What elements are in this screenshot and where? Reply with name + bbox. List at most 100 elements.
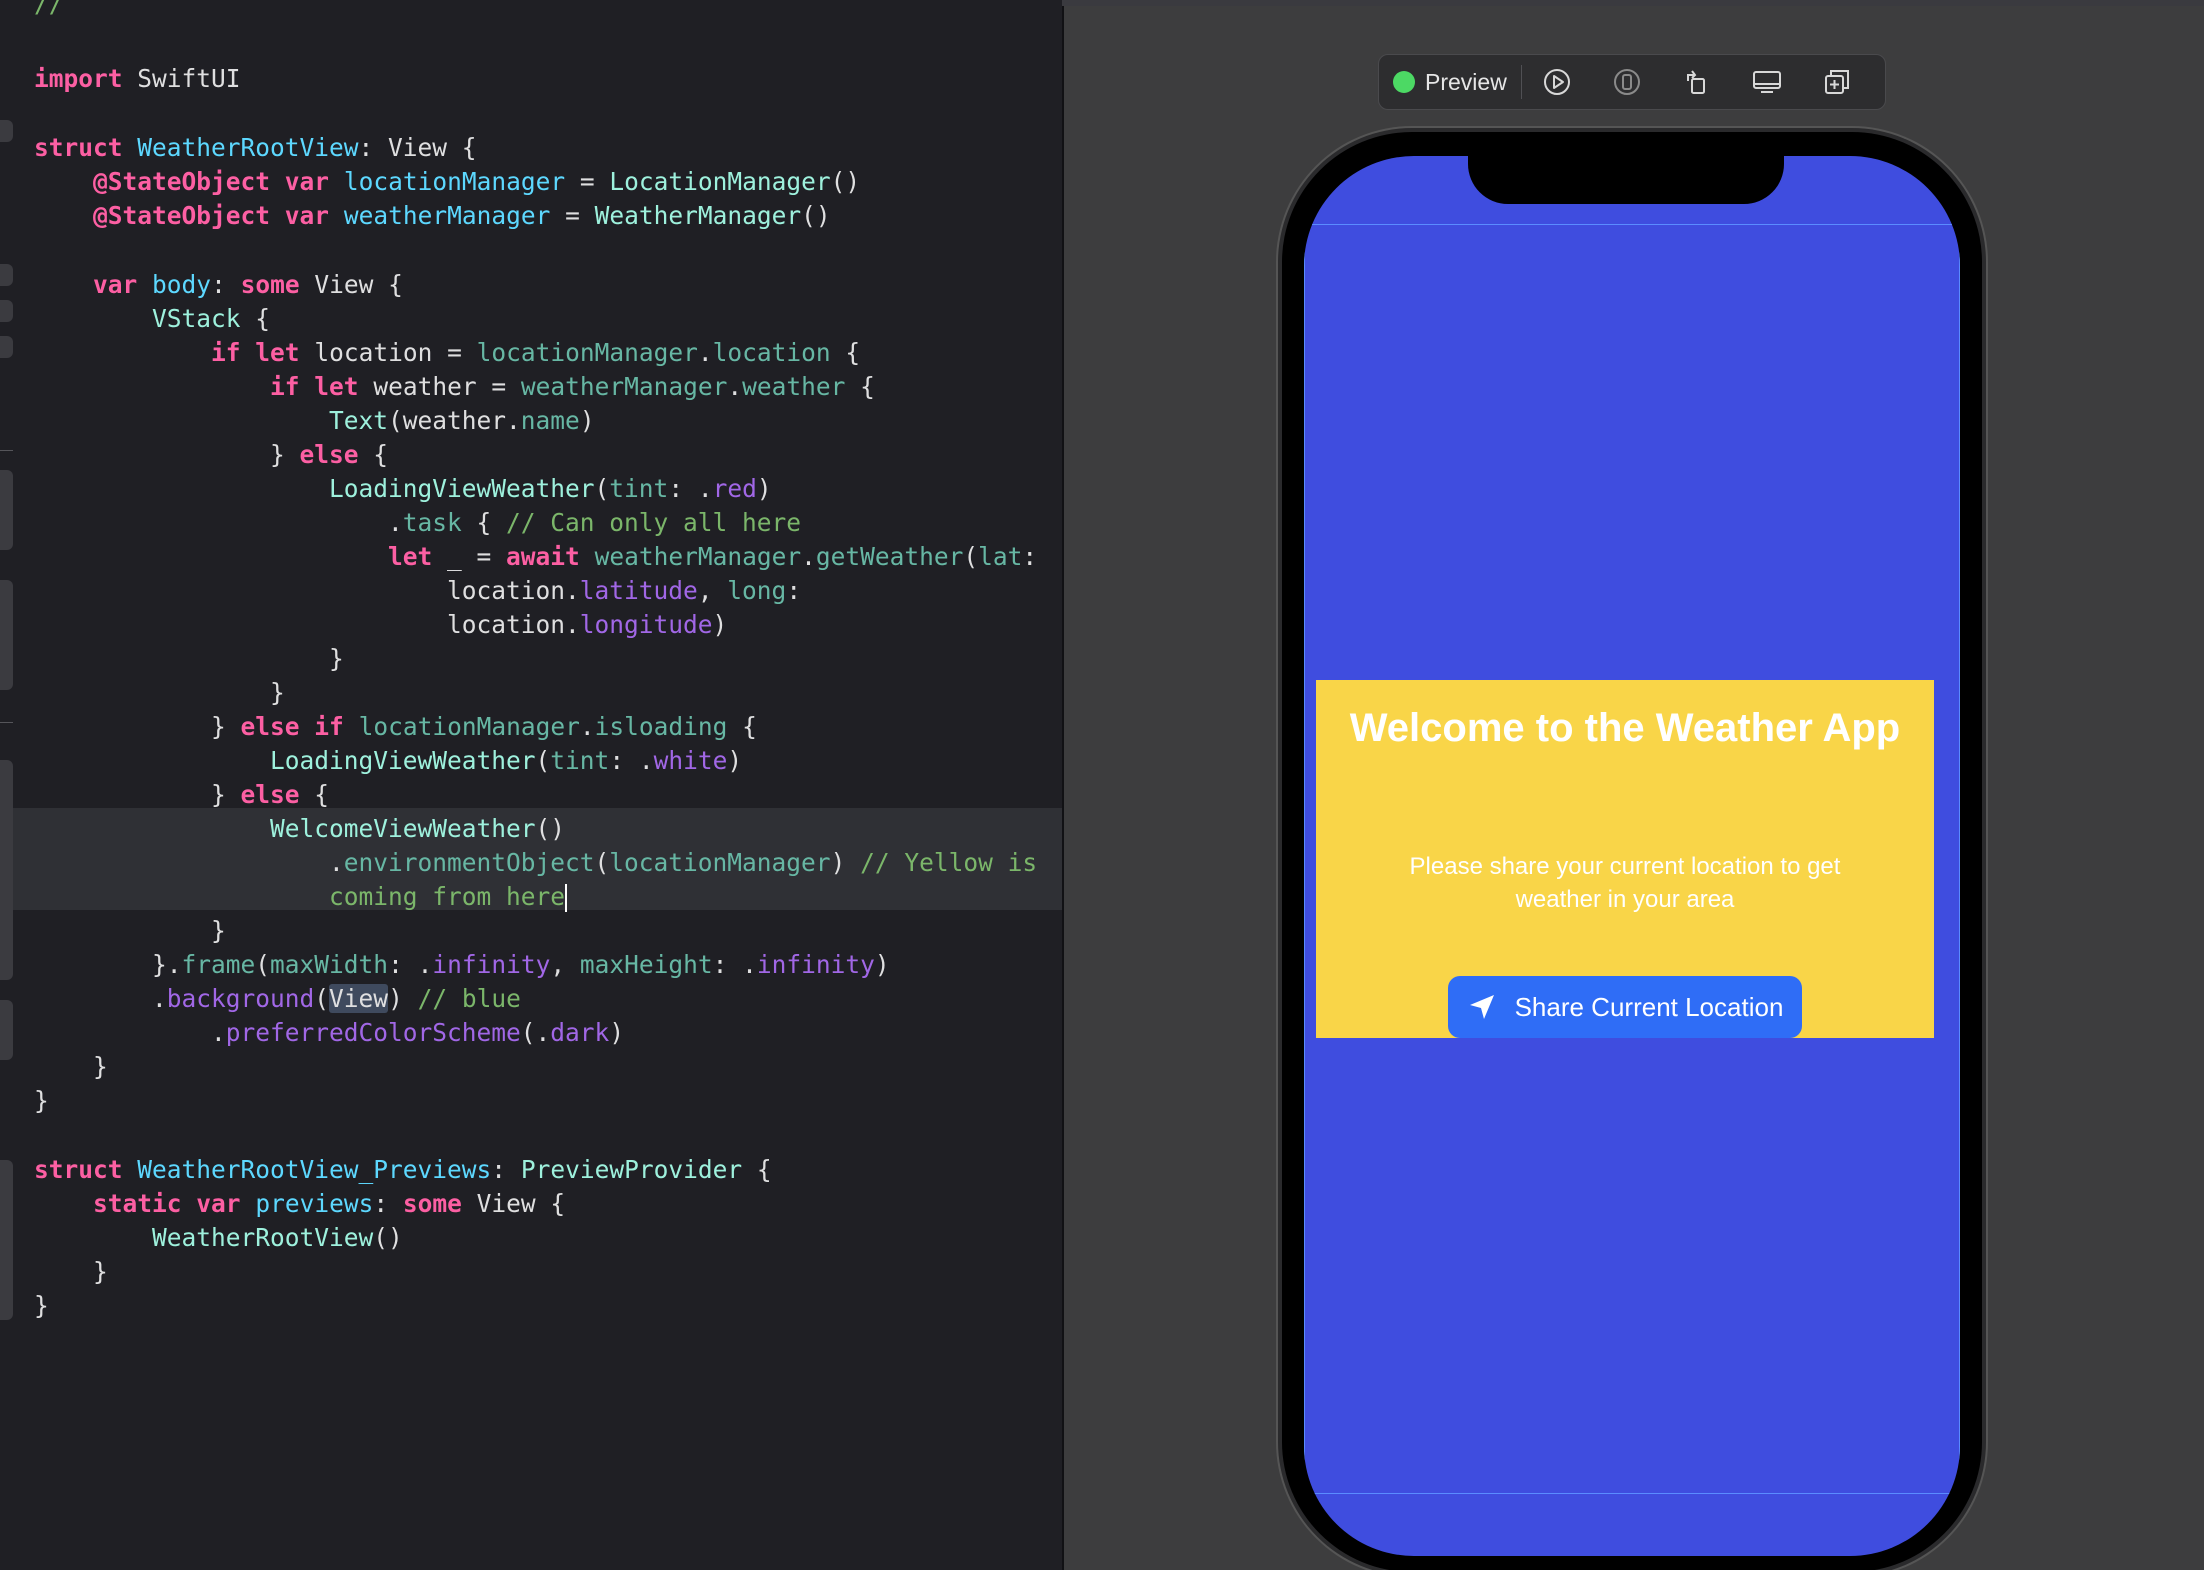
code-line[interactable]: }	[34, 914, 226, 948]
code-line[interactable]: }	[34, 642, 344, 676]
gutter-change-marker[interactable]	[0, 1160, 13, 1320]
code-token: {	[845, 372, 875, 401]
code-line[interactable]: @StateObject var locationManager = Locat…	[34, 165, 860, 199]
code-line[interactable]: if let weather = weatherManager.weather …	[34, 370, 875, 404]
duplicate-icon	[1824, 70, 1849, 94]
code-token: location =	[299, 338, 477, 367]
code-token: .	[697, 338, 713, 367]
gutter-change-marker[interactable]	[0, 120, 13, 142]
code-token: tint	[609, 474, 669, 503]
code-token: infinity	[756, 950, 875, 979]
code-line[interactable]: } else {	[34, 778, 329, 812]
code-token: // Yellow is	[860, 848, 1038, 877]
display-icon	[1752, 71, 1781, 93]
code-line[interactable]: }	[34, 1084, 49, 1118]
code-line[interactable]: //	[34, 0, 64, 21]
code-line[interactable]: Text(weather.name)	[34, 404, 595, 438]
iphone-frame: Welcome to the Weather App Please share …	[1282, 132, 1982, 1570]
code-line[interactable]: location.latitude, long:	[34, 574, 801, 608]
code-line[interactable]: .task { // Can only all here	[34, 506, 801, 540]
code-line[interactable]: .preferredColorScheme(.dark)	[34, 1016, 624, 1050]
code-line[interactable]: }.frame(maxWidth: .infinity, maxHeight: …	[34, 948, 890, 982]
code-line[interactable]: }	[34, 1050, 108, 1084]
code-line[interactable]: struct WeatherRootView: View {	[34, 131, 477, 165]
gutter-change-marker[interactable]	[0, 580, 13, 690]
code-line[interactable]: }	[34, 1255, 108, 1289]
code-token: (weather.	[388, 406, 521, 435]
code-token: dark	[550, 1018, 610, 1047]
code-token: WelcomeViewWeather	[270, 814, 536, 843]
phone-screen[interactable]: Welcome to the Weather App Please share …	[1304, 156, 1960, 1556]
code-token: LoadingViewWeather	[329, 474, 595, 503]
code-line[interactable]: }	[34, 676, 285, 710]
code-token: import	[34, 64, 123, 93]
code-line[interactable]: coming from here	[34, 880, 568, 914]
code-token: (	[963, 542, 979, 571]
code-token: isloading	[594, 712, 728, 741]
preview-canvas[interactable]: Preview Welcome to the Weather App Pleas…	[1064, 6, 2204, 1570]
code-line[interactable]: } else {	[34, 438, 388, 472]
code-token: .	[579, 712, 595, 741]
code-line[interactable]: LoadingViewWeather(tint: .white)	[34, 744, 742, 778]
code-line[interactable]: import SwiftUI	[34, 62, 241, 96]
code-line[interactable]: WeatherRootView()	[34, 1221, 403, 1255]
code-token: View {	[461, 1189, 566, 1218]
code-line[interactable]: }	[34, 1289, 49, 1323]
code-line[interactable]: LoadingViewWeather(tint: .red)	[34, 472, 772, 506]
code-editor[interactable]: // import SwiftUI struct WeatherRootView: …	[0, 0, 1062, 1570]
code-line[interactable]: location.longitude)	[34, 608, 727, 642]
code-line[interactable]: struct WeatherRootView_Previews: Preview…	[34, 1153, 772, 1187]
code-line[interactable]: } else if locationManager.isloading {	[34, 710, 757, 744]
code-line[interactable]: .environmentObject(locationManager) // Y…	[34, 846, 1037, 880]
device-settings-button[interactable]	[1732, 55, 1802, 109]
code-token: {	[830, 338, 861, 367]
gutter-change-marker[interactable]	[0, 1000, 13, 1060]
code-token: :	[786, 576, 802, 605]
code-token: View {	[299, 270, 403, 299]
code-token: environmentObject	[343, 848, 595, 877]
code-token: let	[255, 338, 300, 367]
code-token: ,	[550, 950, 580, 979]
rotate-button[interactable]	[1662, 55, 1732, 109]
gutter-change-marker[interactable]	[0, 336, 13, 358]
share-location-button[interactable]: Share Current Location	[1448, 976, 1802, 1038]
code-line[interactable]: VStack {	[34, 302, 270, 336]
code-line[interactable]: .background(View) // blue	[34, 982, 521, 1016]
code-line[interactable]: WelcomeViewWeather()	[34, 812, 565, 846]
code-line[interactable]: if let location = locationManager.locati…	[34, 336, 860, 370]
code-token: //	[34, 0, 64, 18]
code-line[interactable]: var body: some View {	[34, 268, 403, 302]
code-token: }	[34, 916, 226, 945]
code-token: : .	[668, 474, 713, 503]
code-token: ()	[830, 167, 861, 196]
code-token: if	[270, 372, 300, 401]
preview-toolbar: Preview	[1378, 54, 1886, 110]
code-token: .	[34, 984, 167, 1013]
gutter-change-marker[interactable]	[0, 470, 13, 550]
code-token: Text	[329, 406, 389, 435]
gutter-change-marker[interactable]	[0, 300, 13, 322]
code-line[interactable]: static var previews: some View {	[34, 1187, 565, 1221]
code-line[interactable]: let _ = await weatherManager.getWeather(…	[34, 540, 1037, 574]
preview-status-button[interactable]: Preview	[1379, 55, 1521, 109]
code-token: // Can only all here	[506, 508, 802, 537]
gutter-change-marker[interactable]	[0, 264, 13, 286]
code-token: (	[255, 950, 271, 979]
duplicate-preview-button[interactable]	[1802, 55, 1872, 109]
gutter-change-marker[interactable]	[0, 760, 13, 980]
code-line[interactable]: @StateObject var weatherManager = Weathe…	[34, 199, 831, 233]
live-preview-button[interactable]	[1522, 55, 1592, 109]
code-token: preferredColorScheme	[225, 1018, 521, 1047]
device-preview-button[interactable]	[1592, 55, 1662, 109]
code-token: // blue	[417, 984, 521, 1013]
